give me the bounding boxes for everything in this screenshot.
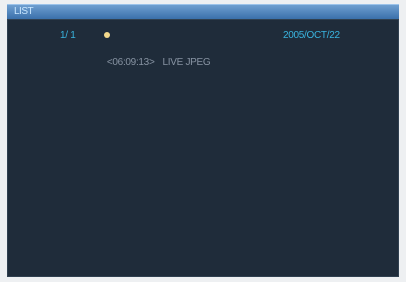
list-item[interactable]: <06:09:13> LIVE JPEG: [92, 45, 218, 81]
list-panel: 1/ 1 2005/OCT/22 <06:09:13> LIVE JPEG: [7, 19, 399, 277]
window-title: LIST: [14, 6, 34, 17]
list-screen: LIST 1/ 1 2005/OCT/22 <06:09:13> LIVE JPE…: [0, 0, 406, 282]
record-dot-icon: [104, 32, 110, 38]
entry-type: LIVE JPEG: [162, 57, 211, 68]
entry-time: <06:09:13>: [106, 57, 155, 68]
list-date: 2005/OCT/22: [283, 30, 340, 41]
page-counter: 1/ 1: [60, 30, 76, 41]
title-bar: LIST: [7, 4, 399, 19]
